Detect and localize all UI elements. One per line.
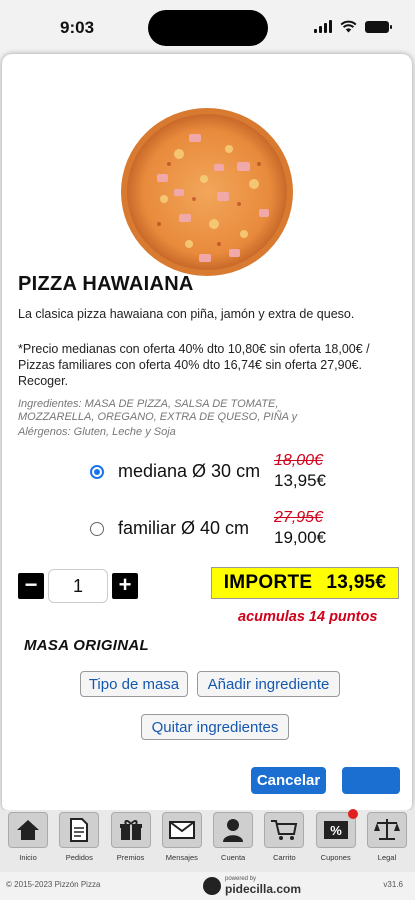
size-option-familiar[interactable]: familiar Ø 40 cm 27,95€ 19,00€	[90, 509, 326, 548]
home-icon	[8, 812, 48, 848]
status-bar: 9:03	[0, 0, 415, 54]
footer: © 2015-2023 Pizzón Pizza powered by pide…	[0, 872, 415, 900]
nav-label: Premios	[116, 853, 145, 862]
nav-label: Carrito	[273, 853, 296, 862]
nav-legal[interactable]: Legal	[365, 810, 409, 872]
current-price: 13,95€	[274, 471, 326, 490]
price-note: *Precio medianas con oferta 40% dto 10,8…	[18, 342, 370, 388]
size-prices: 18,00€ 13,95€	[274, 452, 326, 491]
nav-label: Mensajes	[165, 853, 198, 862]
size-option-mediana[interactable]: mediana Ø 30 cm 18,00€ 13,95€	[90, 452, 326, 491]
copyright-text: © 2015-2023 Pizzón Pizza	[6, 880, 101, 889]
brand-name: pidecilla.com	[225, 882, 302, 896]
importe-amount: 13,95€	[326, 572, 387, 593]
status-icons	[314, 20, 392, 33]
tipo-masa-button[interactable]: Tipo de masa	[80, 671, 188, 697]
nav-label: Legal	[377, 853, 397, 862]
user-icon	[213, 812, 254, 848]
allergens-text: Alérgenos: Gluten, Leche y Soja	[18, 426, 176, 438]
nav-cuenta[interactable]: Cuenta	[211, 810, 255, 872]
masa-heading: MASA ORIGINAL	[24, 637, 150, 654]
remove-ingredients-button[interactable]: Quitar ingredientes	[141, 714, 289, 740]
minus-button[interactable]: −	[18, 573, 44, 599]
nav-label: Pedidos	[65, 853, 93, 862]
version-text: v31.6	[383, 880, 403, 889]
gift-icon	[110, 812, 151, 848]
confirm-button[interactable]	[342, 767, 400, 794]
bottom-nav: Inicio Pedidos Premios Mensajes Cuenta C…	[0, 809, 415, 872]
document-icon	[59, 812, 100, 848]
radio-mediana[interactable]	[90, 464, 104, 479]
product-modal: PIZZA HAWAIANA La clasica pizza hawaiana…	[2, 54, 412, 810]
nav-label: Cuenta	[221, 853, 246, 862]
radio-familiar[interactable]	[90, 521, 104, 536]
importe-label: IMPORTE	[223, 572, 313, 593]
size-prices: 27,95€ 19,00€	[274, 509, 326, 548]
nav-mensajes[interactable]: Mensajes	[160, 810, 204, 872]
powered-by[interactable]: powered by pidecilla.com	[203, 876, 301, 895]
brand-logo-icon	[203, 876, 221, 895]
quantity-stepper: − 1 +	[18, 569, 138, 603]
old-price: 27,95€	[274, 509, 323, 526]
status-time: 9:03	[60, 18, 95, 37]
nav-label: Inicio	[19, 853, 37, 862]
signal-icon	[314, 20, 332, 33]
scales-icon	[366, 812, 407, 848]
product-description: La clasica pizza hawaiana con piña, jamó…	[18, 307, 355, 321]
add-ingredient-button[interactable]: Añadir ingrediente	[197, 671, 340, 697]
nav-pedidos[interactable]: Pedidos	[57, 810, 101, 872]
envelope-icon	[161, 812, 202, 848]
plus-button[interactable]: +	[112, 573, 138, 599]
nav-carrito[interactable]: Carrito	[262, 810, 306, 872]
wifi-icon	[340, 20, 357, 33]
nav-premios[interactable]: Premios	[109, 810, 153, 872]
old-price: 18,00€	[274, 452, 323, 469]
ingredients-text: Ingredientes: MASA DE PIZZA, SALSA DE TO…	[18, 398, 298, 423]
product-title: PIZZA HAWAIANA	[18, 273, 194, 295]
nav-label: Cupones	[320, 853, 351, 862]
points-text: acumulas 14 puntos	[238, 609, 378, 625]
nav-cupones[interactable]: % Cupones	[314, 809, 358, 872]
nav-inicio[interactable]: Inicio	[6, 810, 50, 872]
notification-badge	[347, 809, 358, 819]
importe-box: IMPORTE 13,95€	[211, 567, 399, 599]
cancel-button[interactable]: Cancelar	[251, 767, 326, 794]
quantity-input[interactable]: 1	[48, 569, 108, 603]
size-label: familiar Ø 40 cm	[118, 518, 250, 538]
svg-text:%: %	[330, 823, 342, 838]
cart-icon	[264, 812, 305, 848]
size-label: mediana Ø 30 cm	[118, 461, 261, 481]
coupon-icon: %	[315, 809, 358, 848]
battery-icon	[365, 20, 392, 33]
current-price: 19,00€	[274, 528, 326, 547]
camera-notch	[148, 10, 268, 46]
pizza-image	[121, 108, 293, 276]
